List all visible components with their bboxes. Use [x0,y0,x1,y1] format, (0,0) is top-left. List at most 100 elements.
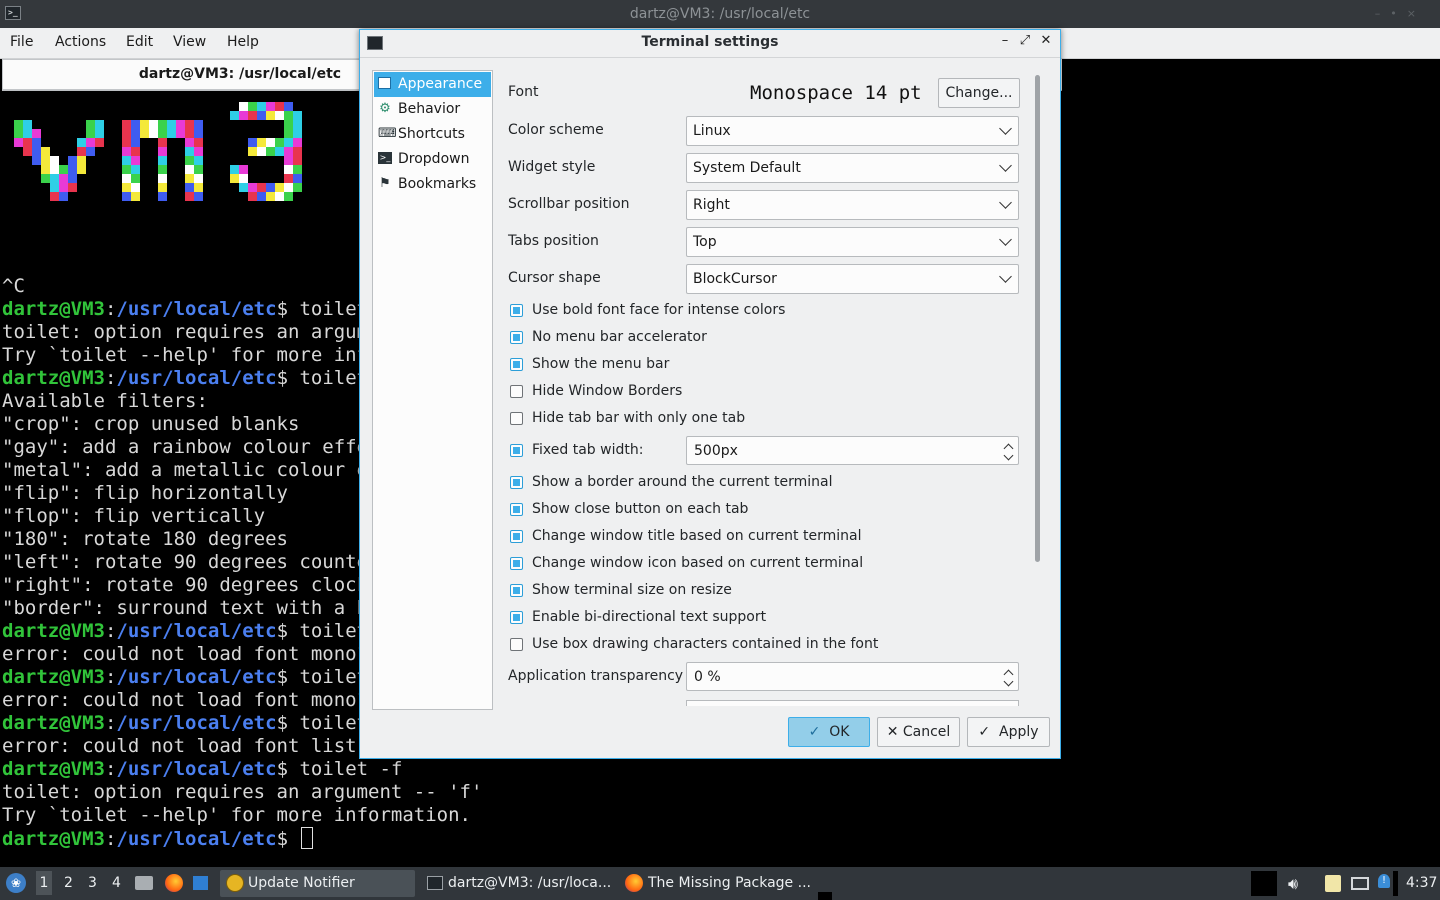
hide-window-borders-checkbox[interactable]: Hide Window Borders [510,383,1030,403]
menu-file[interactable]: File [10,34,33,50]
fixed-tab-width-checkbox[interactable]: Fixed tab width: [510,442,680,462]
desktop-2[interactable]: 2 [64,875,73,891]
checkbox-box[interactable] [510,331,523,344]
logo-block [23,129,32,138]
logo-block [293,147,302,156]
minimize-icon[interactable]: – [996,33,1014,53]
menu-help[interactable]: Help [227,34,259,50]
font-value: Monospace 14 pt [750,82,922,104]
desktop-3[interactable]: 3 [88,875,97,891]
checkbox-box[interactable] [510,503,523,516]
logo-block [158,165,167,174]
apply-button[interactable]: ✓ Apply [967,717,1050,747]
checkbox-box[interactable] [510,358,523,371]
hide-single-tab-bar-checkbox[interactable]: Hide tab bar with only one tab [510,410,1030,430]
close-icon[interactable]: ✕ [1037,33,1055,53]
clipboard-icon[interactable] [1325,875,1341,892]
chevron-down-icon [999,196,1012,209]
logo-block [32,156,41,165]
checkbox-box[interactable] [510,304,523,317]
clock[interactable]: 4:37 [1406,875,1437,891]
checkbox-box[interactable] [510,412,523,425]
task-firefox[interactable]: The Missing Package ... [620,870,816,897]
task-terminal[interactable]: dartz@VM3: /usr/loca... [420,870,616,897]
logo-block [275,138,284,147]
settings-scrollbar[interactable] [1035,75,1040,562]
bold-intense-checkbox[interactable]: Use bold font face for intense colors [510,302,1030,322]
sidebar-item-behavior[interactable]: ⚙ Behavior [374,97,491,122]
terminal-text: "left": rotate 90 degrees counter [2,551,380,573]
logo-block [194,129,203,138]
checkbox-label: Show terminal size on resize [532,582,732,598]
desktop-4[interactable]: 4 [112,875,121,891]
checkbox-box[interactable] [510,611,523,624]
ok-button[interactable]: ✓ OK [788,717,870,747]
fixed-tab-width-spinbox[interactable]: 500px [686,436,1019,465]
tab-close-button-checkbox[interactable]: Show close button on each tab [510,501,1030,521]
cursor-shape-select[interactable]: BlockCursor [686,264,1019,294]
logo-block [41,165,50,174]
checkbox-box[interactable] [510,530,523,543]
window-icon-checkbox[interactable]: Change window icon based on current term… [510,555,1030,575]
tray-block [1251,871,1277,896]
sidebar-item-appearance[interactable]: Appearance [374,72,491,97]
checkbox-box[interactable] [510,557,523,570]
sidebar-item-shortcuts[interactable]: ⌨ Shortcuts [374,122,491,147]
change-font-button[interactable]: Change... [938,78,1020,108]
box-drawing-checkbox[interactable]: Use box drawing characters contained in … [510,636,1030,656]
desktop-show-icon[interactable] [193,876,208,890]
window-title-checkbox[interactable]: Change window title based on current ter… [510,528,1030,548]
sidebar-item-bookmarks[interactable]: ⚑ Bookmarks [374,172,491,197]
sidebar-item-dropdown[interactable]: >_ Dropdown [374,147,491,172]
volume-icon[interactable]: 🔊︎ [1288,874,1298,894]
transparency-spinbox[interactable]: 0 % [686,662,1019,691]
terminal-text: "flip": flip horizontally [2,482,288,504]
chevron-down-icon[interactable] [1003,676,1014,687]
color-scheme-select[interactable]: Linux [686,116,1019,146]
widget-style-select[interactable]: System Default [686,153,1019,183]
terminal-text: "right": rotate 90 degrees clockw [2,574,380,596]
logo-block [77,165,86,174]
logo-block [275,111,284,120]
logo-block [86,138,95,147]
file-manager-icon[interactable] [135,876,153,890]
notification-icon[interactable]: ! [1378,874,1390,888]
checkbox-box[interactable] [510,584,523,597]
logo-block [176,120,185,129]
scrollbar-position-select[interactable]: Right [686,190,1019,220]
maximize-icon[interactable]: ⤢ [1016,33,1034,53]
size-on-resize-checkbox[interactable]: Show terminal size on resize [510,582,1030,602]
checkbox-box[interactable] [510,476,523,489]
desktop-1[interactable]: 1 [36,871,52,895]
logo-block [284,111,293,120]
logo-block [23,147,32,156]
start-menu-icon[interactable]: ❀ [6,873,26,893]
checkbox-box[interactable] [510,385,523,398]
logo-block [131,165,140,174]
logo-block [158,183,167,192]
window-controls[interactable]: –•× [1375,7,1426,20]
spin-value: 0 % [694,669,721,685]
no-menu-accelerator-checkbox[interactable]: No menu bar accelerator [510,329,1030,349]
spin-value: 500px [694,443,738,459]
menu-view[interactable]: View [173,34,206,50]
show-menu-bar-checkbox[interactable]: Show the menu bar [510,356,1030,376]
cancel-button[interactable]: ✕ Cancel [877,717,960,747]
checkbox-box[interactable] [510,638,523,651]
bidi-text-checkbox[interactable]: Enable bi-directional text support [510,609,1030,629]
logo-block [257,102,266,111]
network-icon[interactable] [1351,877,1369,890]
logo-block [275,102,284,111]
firefox-icon[interactable] [165,874,183,892]
chevron-down-icon [999,122,1012,135]
tabs-position-select[interactable]: Top [686,227,1019,257]
terminal-border-checkbox[interactable]: Show a border around the current termina… [510,474,1030,494]
menu-actions[interactable]: Actions [55,34,106,50]
checkbox-box[interactable] [510,444,523,457]
menu-edit[interactable]: Edit [126,34,153,50]
logo-block [230,111,239,120]
task-update-notifier[interactable]: Update Notifier [220,870,415,897]
logo-block [41,156,50,165]
chevron-down-icon[interactable] [1003,450,1014,461]
logo-block [194,183,203,192]
